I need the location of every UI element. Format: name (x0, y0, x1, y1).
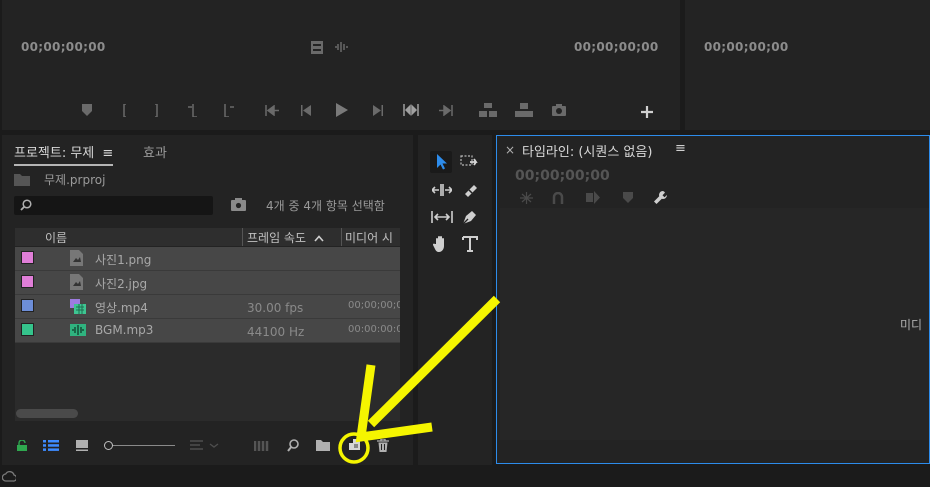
annotation-highlight-circle (338, 432, 370, 464)
annotation-arrow (338, 295, 501, 464)
